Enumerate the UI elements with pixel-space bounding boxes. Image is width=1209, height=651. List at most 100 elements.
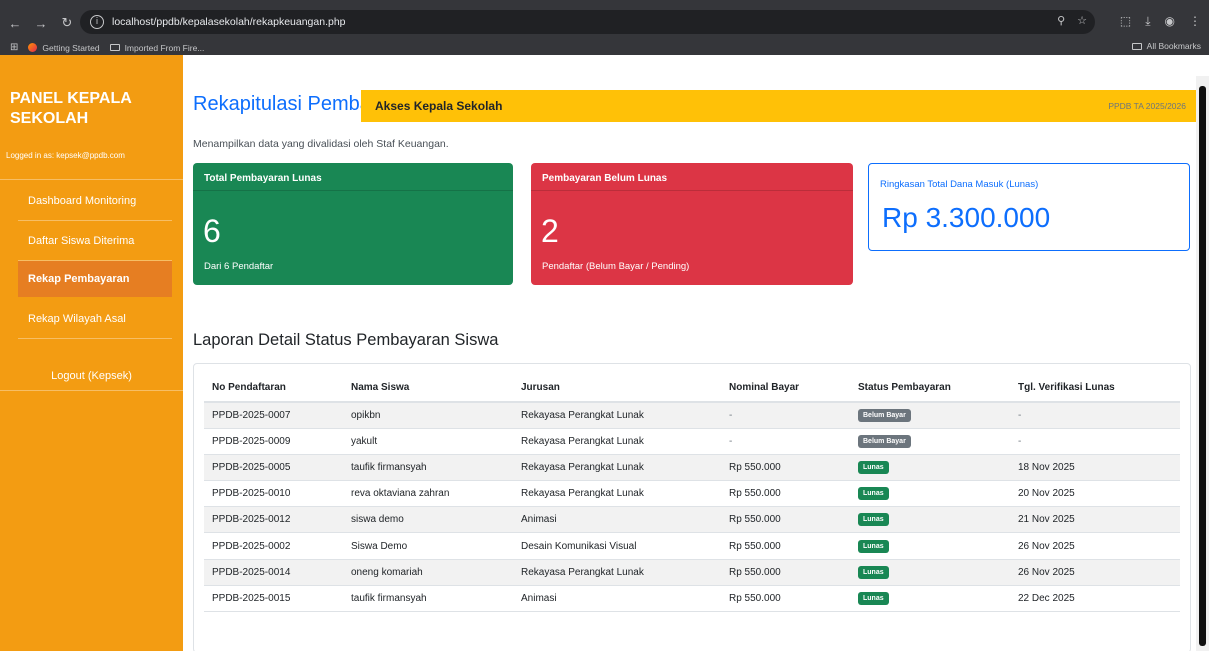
sidebar-item-dashboard[interactable]: Dashboard Monitoring bbox=[18, 183, 172, 219]
download-icon[interactable]: ⤓ bbox=[1145, 14, 1150, 29]
sidebar-brand: PANEL KEPALA SEKOLAH bbox=[10, 90, 132, 127]
table-cell: Rekayasa Perangkat Lunak bbox=[513, 559, 721, 586]
table-row: PPDB-2025-0005 taufik firmansyah Rekayasa … bbox=[204, 454, 1180, 482]
folder-icon bbox=[109, 44, 120, 51]
divider bbox=[0, 390, 183, 391]
table-cell: PPDB-2025-0014 bbox=[204, 559, 343, 586]
table-cell: opikbn bbox=[343, 402, 513, 429]
table-cell: Rp 550.000 bbox=[721, 585, 850, 613]
table-row: PPDB-2025-0007 opikbn Rekayasa Perangkat L… bbox=[204, 402, 1180, 429]
table-cell: taufik firmansyah bbox=[343, 454, 513, 482]
table-cell: Rp 550.000 bbox=[721, 506, 850, 534]
table-cell: Animasi bbox=[513, 506, 721, 534]
table-cell: yakult bbox=[343, 428, 513, 455]
forward-icon[interactable]: → bbox=[30, 16, 52, 31]
status-badge: Lunas bbox=[858, 513, 889, 527]
table-cell: PPDB-2025-0005 bbox=[204, 454, 343, 482]
table-cell: PPDB-2025-0010 bbox=[204, 480, 343, 508]
all-bookmarks-label: All Bookmarks bbox=[1146, 41, 1201, 51]
top-bar: Akses Kepala Sekolah PPDB TA 2025/2026 bbox=[361, 90, 1196, 122]
table-cell: oneng komariah bbox=[343, 559, 513, 586]
card-dana-title: Ringkasan Total Dana Masuk (Lunas) bbox=[880, 179, 1039, 190]
address-bar[interactable]: i localhost/ppdb/kepalasekolah/rekapkeua… bbox=[80, 10, 1095, 34]
all-bookmarks[interactable]: All Bookmarks bbox=[1131, 41, 1201, 51]
status-badge: Lunas bbox=[858, 460, 889, 474]
status-badge: Lunas bbox=[858, 565, 889, 579]
table-cell: - bbox=[721, 428, 850, 455]
profile-icon[interactable]: ◉ bbox=[1165, 14, 1175, 29]
card-lunas-title: Total Pembayaran Lunas bbox=[193, 163, 513, 191]
table-cell: Desain Komunikasi Visual bbox=[513, 532, 721, 560]
table-cell: 22 Dec 2025 bbox=[1010, 585, 1180, 613]
scrollbar[interactable] bbox=[1196, 76, 1209, 651]
logout-link[interactable]: Logout (Kepsek) bbox=[0, 370, 183, 382]
card-total-dana: Ringkasan Total Dana Masuk (Lunas) Rp 3.… bbox=[868, 163, 1190, 251]
status-badge: Lunas bbox=[858, 591, 889, 605]
table-body: PPDB-2025-0007 opikbn Rekayasa Perangkat L… bbox=[204, 402, 1180, 613]
table-cell: - bbox=[721, 402, 850, 429]
table-cell: Rekayasa Perangkat Lunak bbox=[513, 428, 721, 455]
apps-icon[interactable]: ⊞ bbox=[10, 42, 18, 53]
bookmark-imported[interactable]: Imported From Fire... bbox=[109, 43, 204, 53]
status-badge: Lunas bbox=[858, 487, 889, 501]
menu-icon[interactable]: ⋮ bbox=[1189, 14, 1201, 29]
table-cell: Lunas bbox=[850, 506, 1010, 534]
sidebar-item-rekap-wilayah[interactable]: Rekap Wilayah Asal bbox=[18, 301, 172, 337]
table-cell: Lunas bbox=[850, 480, 1010, 508]
col-jurusan: Jurusan bbox=[513, 374, 721, 403]
firefox-icon bbox=[28, 43, 38, 52]
table-cell: PPDB-2025-0012 bbox=[204, 506, 343, 534]
table-cell: 20 Nov 2025 bbox=[1010, 480, 1180, 508]
table-row: PPDB-2025-0014 oneng komariah Rekayasa Per… bbox=[204, 559, 1180, 586]
scrollbar-thumb[interactable] bbox=[1199, 86, 1206, 646]
table-cell: Belum Bayar bbox=[850, 402, 1010, 429]
zoom-icon[interactable]: ⚲ bbox=[1057, 14, 1065, 27]
table-cell: 21 Nov 2025 bbox=[1010, 506, 1180, 534]
topbar-title: Akses Kepala Sekolah bbox=[375, 99, 503, 113]
site-info-icon[interactable]: i bbox=[90, 15, 104, 29]
table-cell: taufik firmansyah bbox=[343, 585, 513, 613]
table-cell: siswa demo bbox=[343, 506, 513, 534]
table-row: PPDB-2025-0012 siswa demo Animasi Rp 550.00… bbox=[204, 506, 1180, 534]
divider bbox=[18, 220, 172, 221]
divider bbox=[0, 179, 183, 180]
col-status: Status Pembayaran bbox=[850, 374, 1010, 403]
sidebar-item-rekap-pembayaran[interactable]: Rekap Pembayaran bbox=[18, 261, 172, 297]
logged-in-user: Logged in as: kepsek@ppdb.com bbox=[6, 151, 125, 160]
table-cell: Siswa Demo bbox=[343, 532, 513, 560]
extensions-icon[interactable]: ⬚ bbox=[1120, 14, 1131, 29]
col-no-pendaftaran: No Pendaftaran bbox=[204, 374, 343, 403]
table-cell: Rp 550.000 bbox=[721, 480, 850, 508]
bookmark-star-icon[interactable]: ☆ bbox=[1077, 14, 1087, 27]
table-cell: - bbox=[1010, 402, 1180, 429]
sidebar: PANEL KEPALA SEKOLAH Logged in as: kepse… bbox=[0, 55, 183, 651]
table-cell: Rp 550.000 bbox=[721, 454, 850, 482]
bookmarks-bar: ⊞ Getting Started Imported From Fire... … bbox=[0, 40, 1209, 55]
divider bbox=[18, 338, 172, 339]
table-row: PPDB-2025-0002 Siswa Demo Desain Komunikas… bbox=[204, 532, 1180, 560]
academic-year: PPDB TA 2025/2026 bbox=[1108, 101, 1186, 111]
table-cell: Rekayasa Perangkat Lunak bbox=[513, 454, 721, 482]
card-lunas: Total Pembayaran Lunas 6 Dari 6 Pendafta… bbox=[193, 163, 513, 285]
table-cell: Rekayasa Perangkat Lunak bbox=[513, 402, 721, 429]
bookmark-getting-started[interactable]: Getting Started bbox=[28, 43, 100, 53]
status-badge: Belum Bayar bbox=[858, 408, 911, 422]
folder-icon bbox=[1131, 42, 1142, 50]
card-lunas-footer: Dari 6 Pendaftar bbox=[204, 261, 274, 272]
table-cell: - bbox=[1010, 428, 1180, 455]
status-badge: Lunas bbox=[858, 539, 889, 553]
table-cell: 26 Nov 2025 bbox=[1010, 559, 1180, 586]
table-cell: Rp 550.000 bbox=[721, 532, 850, 560]
card-belum-value: 2 bbox=[541, 213, 559, 249]
omnibox-actions: ⚲ ☆ bbox=[1057, 14, 1087, 27]
table-cell: 18 Nov 2025 bbox=[1010, 454, 1180, 482]
card-dana-value: Rp 3.300.000 bbox=[882, 202, 1051, 233]
url-text: localhost/ppdb/kepalasekolah/rekapkeuang… bbox=[112, 16, 346, 28]
table-cell: Lunas bbox=[850, 532, 1010, 560]
table-cell: PPDB-2025-0007 bbox=[204, 402, 343, 429]
status-badge: Belum Bayar bbox=[858, 434, 911, 448]
sidebar-item-daftar-siswa[interactable]: Daftar Siswa Diterima bbox=[18, 223, 172, 259]
back-icon[interactable]: ← bbox=[4, 16, 26, 31]
reload-icon[interactable]: ↻ bbox=[56, 15, 78, 31]
page-title: Rekapitulasi Pembayaran bbox=[193, 93, 361, 115]
